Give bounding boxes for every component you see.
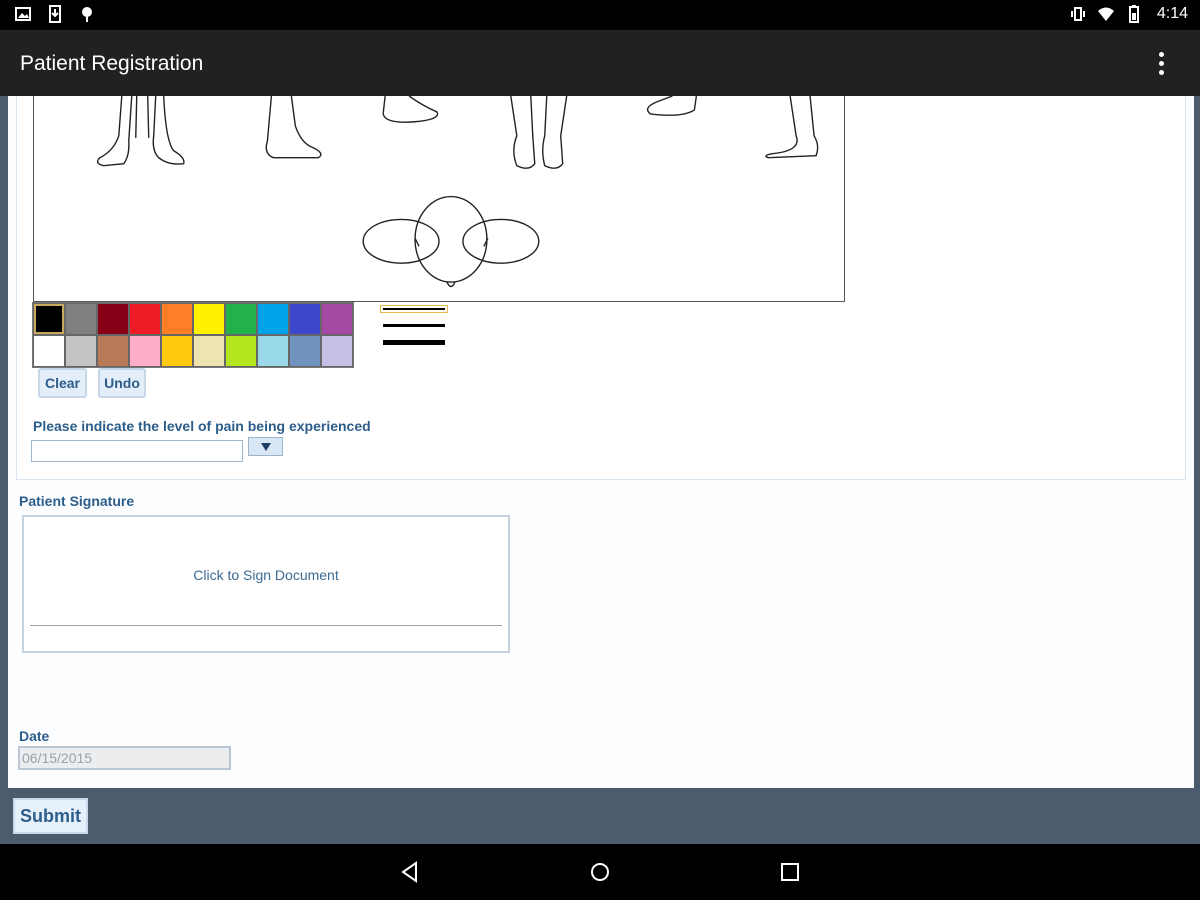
color-swatch[interactable] bbox=[65, 335, 97, 367]
navigation-bar bbox=[0, 844, 1200, 900]
color-swatch[interactable] bbox=[161, 335, 193, 367]
status-time: 4:14 bbox=[1156, 5, 1188, 22]
chevron-down-icon[interactable] bbox=[248, 437, 283, 456]
color-swatch[interactable] bbox=[129, 335, 161, 367]
signature-pad[interactable]: Click to Sign Document bbox=[22, 515, 510, 653]
color-swatch[interactable] bbox=[193, 335, 225, 367]
pain-level-select[interactable] bbox=[31, 440, 243, 462]
battery-icon bbox=[1128, 5, 1139, 23]
pain-section: Clear Undo Please indicate the level of … bbox=[16, 95, 1186, 480]
color-swatch[interactable] bbox=[257, 303, 289, 335]
color-swatch[interactable] bbox=[289, 303, 321, 335]
line-width-picker bbox=[380, 302, 448, 346]
signature-prompt: Click to Sign Document bbox=[193, 567, 339, 583]
form-content: Clear Undo Please indicate the level of … bbox=[8, 95, 1194, 788]
status-bar: 4:14 bbox=[0, 0, 1200, 30]
color-swatch[interactable] bbox=[289, 335, 321, 367]
color-swatch[interactable] bbox=[161, 303, 193, 335]
signature-line bbox=[30, 625, 502, 626]
back-icon[interactable] bbox=[398, 860, 422, 884]
color-swatch[interactable] bbox=[97, 335, 129, 367]
color-swatch[interactable] bbox=[33, 335, 65, 367]
color-swatch[interactable] bbox=[65, 303, 97, 335]
image-icon bbox=[15, 7, 31, 21]
clear-button[interactable]: Clear bbox=[38, 368, 87, 398]
line-width-medium[interactable] bbox=[383, 324, 445, 327]
color-swatch[interactable] bbox=[33, 303, 65, 335]
body-diagram-canvas[interactable] bbox=[33, 95, 845, 302]
submit-button[interactable]: Submit bbox=[13, 798, 88, 834]
color-palette bbox=[32, 302, 354, 368]
color-swatch[interactable] bbox=[321, 303, 353, 335]
undo-button[interactable]: Undo bbox=[98, 368, 146, 398]
app-title: Patient Registration bbox=[20, 52, 204, 75]
download-icon bbox=[49, 5, 61, 23]
color-swatch[interactable] bbox=[129, 303, 161, 335]
color-swatch[interactable] bbox=[193, 303, 225, 335]
vibrate-icon bbox=[1070, 7, 1085, 21]
color-swatch[interactable] bbox=[321, 335, 353, 367]
pain-level-label: Please indicate the level of pain being … bbox=[33, 418, 371, 434]
recents-icon[interactable] bbox=[778, 860, 802, 884]
android-icon bbox=[82, 7, 92, 22]
color-swatch[interactable] bbox=[225, 303, 257, 335]
wifi-icon bbox=[1097, 7, 1114, 21]
line-width-thin[interactable] bbox=[380, 305, 448, 313]
date-label: Date bbox=[19, 728, 50, 744]
home-icon[interactable] bbox=[588, 860, 612, 884]
color-swatch[interactable] bbox=[225, 335, 257, 367]
date-field[interactable]: 06/15/2015 bbox=[18, 746, 231, 770]
app-bar: Patient Registration bbox=[0, 30, 1200, 96]
signature-label: Patient Signature bbox=[19, 493, 135, 509]
color-swatch[interactable] bbox=[97, 303, 129, 335]
overflow-menu-icon[interactable] bbox=[1146, 48, 1176, 78]
color-swatch[interactable] bbox=[257, 335, 289, 367]
line-width-thick[interactable] bbox=[383, 340, 445, 345]
